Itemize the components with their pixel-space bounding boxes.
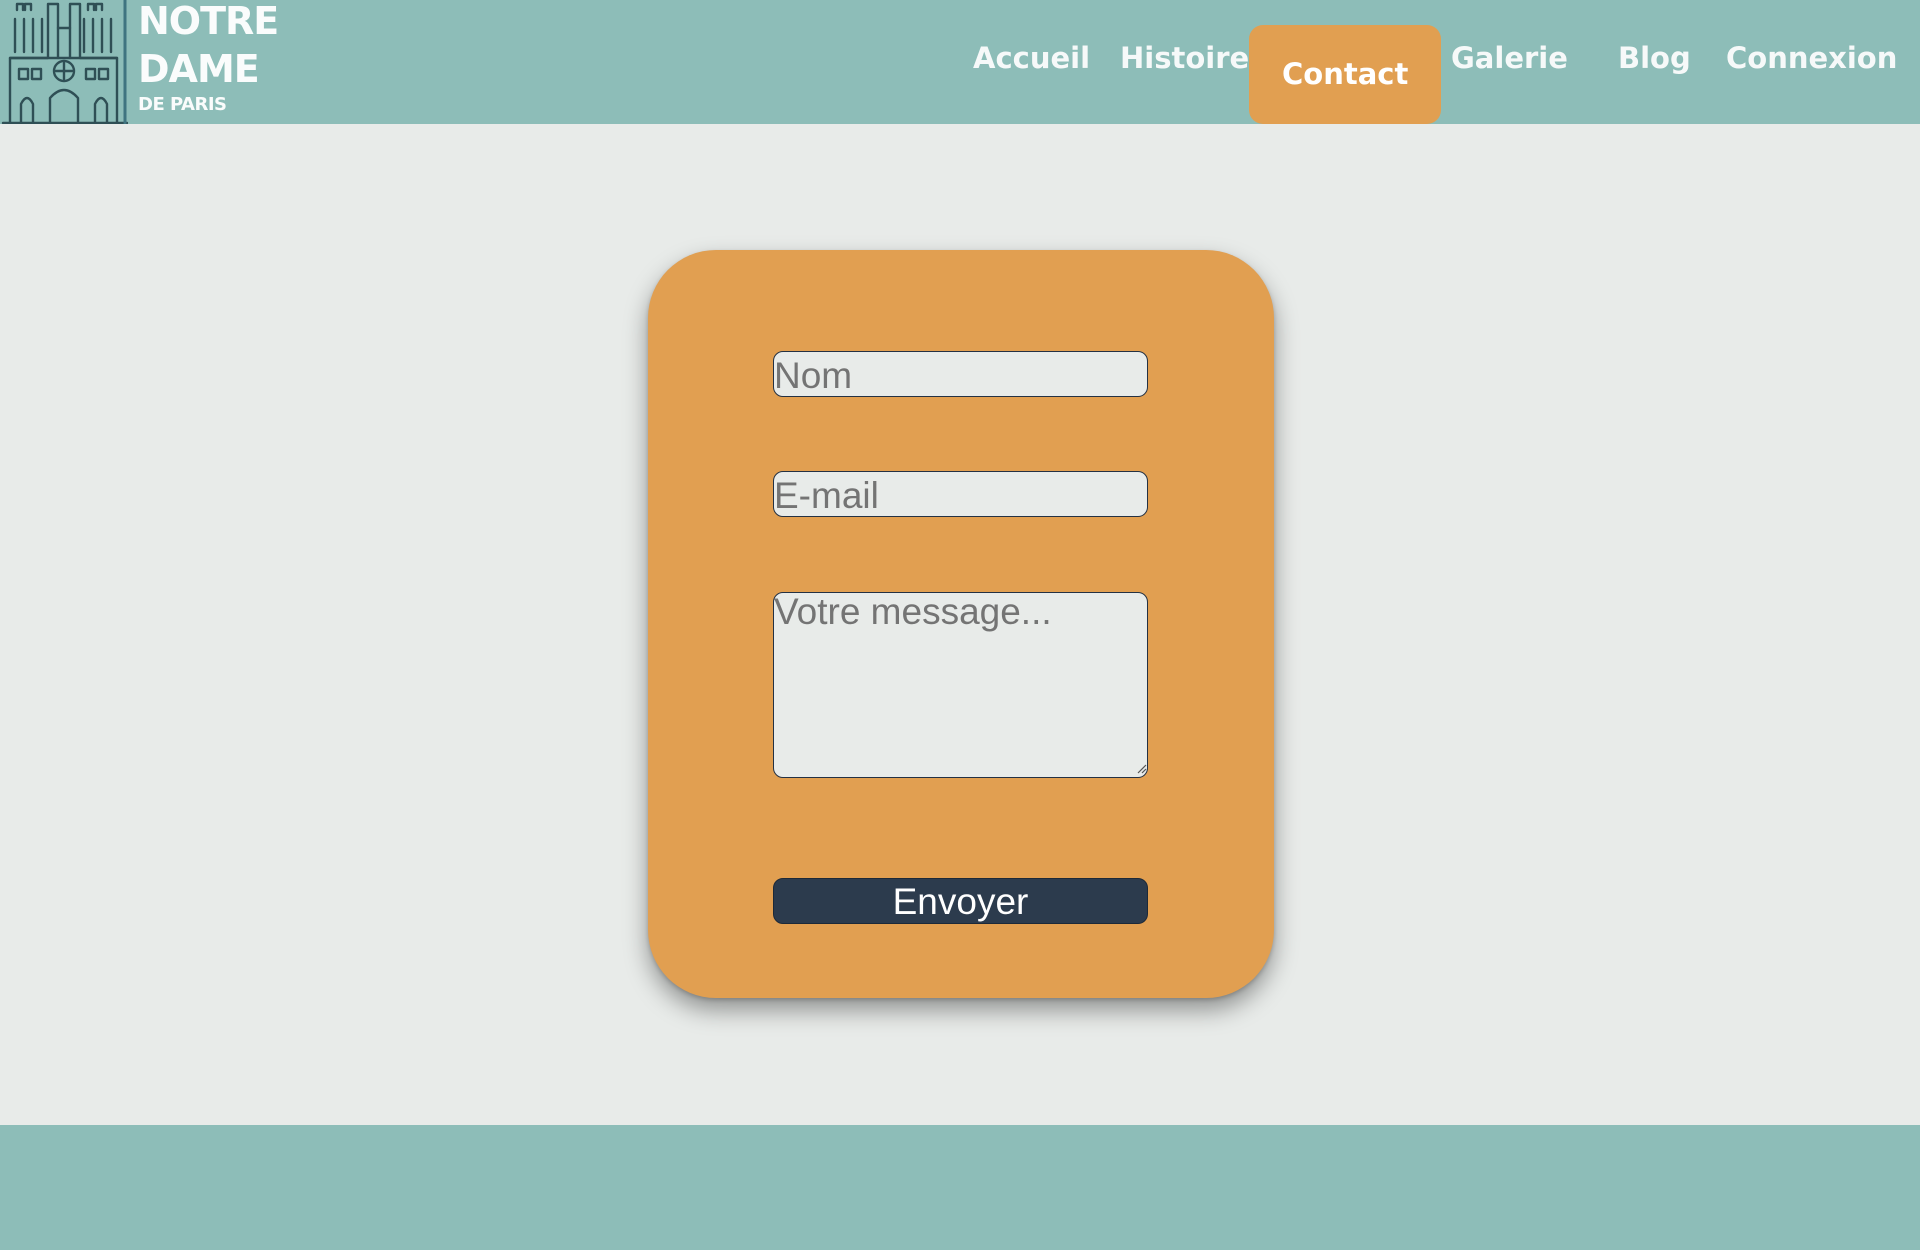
name-field[interactable] (773, 351, 1148, 397)
contact-page-main: Envoyer (0, 124, 1920, 1125)
nav-item-contact[interactable]: Contact (1249, 25, 1442, 124)
send-button[interactable]: Envoyer (773, 878, 1148, 924)
main-navigation: Accueil Histoire Contact Galerie Blog Co… (0, 0, 1920, 124)
nav-item-galerie[interactable]: Galerie (1451, 44, 1568, 73)
nav-item-connexion[interactable]: Connexion (1726, 44, 1897, 73)
nav-item-histoire[interactable]: Histoire (1120, 44, 1249, 73)
message-field[interactable] (773, 592, 1148, 778)
nav-item-accueil[interactable]: Accueil (973, 44, 1090, 73)
email-field[interactable] (773, 471, 1148, 517)
contact-form-card: Envoyer (648, 250, 1274, 998)
site-header: NOTRE DAME DE PARIS Accueil Histoire Con… (0, 0, 1920, 124)
nav-item-blog[interactable]: Blog (1618, 44, 1691, 73)
site-footer (0, 1125, 1920, 1250)
